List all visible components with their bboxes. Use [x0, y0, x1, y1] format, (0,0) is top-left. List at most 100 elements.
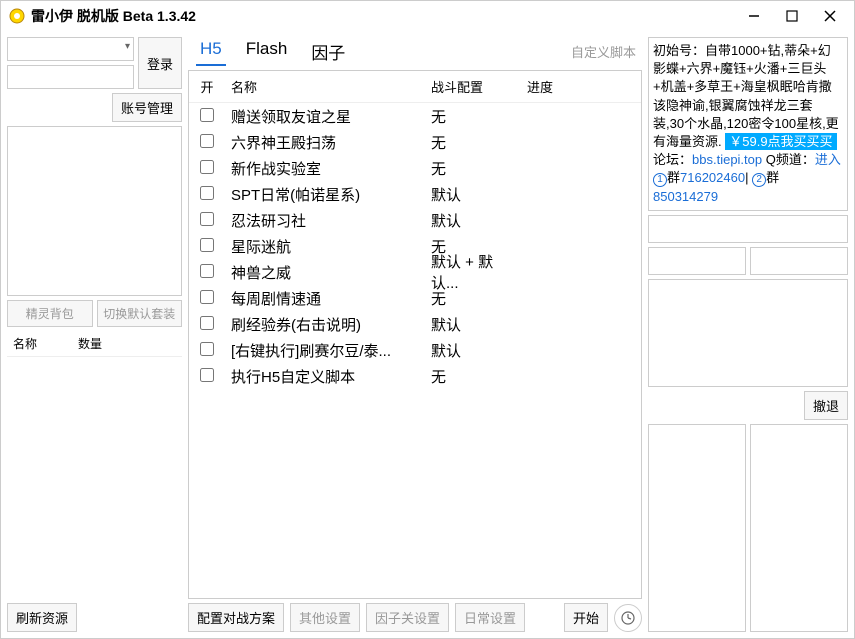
task-row[interactable]: SPT日常(帕诺星系)默认	[189, 181, 641, 207]
group1-link[interactable]: 716202460	[680, 170, 745, 185]
chevron-down-icon: ▾	[125, 41, 130, 52]
task-battle: 无	[425, 104, 521, 129]
switch-default-button[interactable]: 切换默认套装	[97, 300, 183, 327]
retreat-button[interactable]: 撤退	[804, 391, 848, 420]
task-row[interactable]: 执行H5自定义脚本无	[189, 363, 641, 389]
status-box-2a	[648, 247, 746, 275]
task-row[interactable]: 新作战实验室无	[189, 155, 641, 181]
start-button[interactable]: 开始	[564, 603, 608, 632]
task-row[interactable]: 赠送领取友谊之星无	[189, 103, 641, 129]
resource-table: 名称 数量	[7, 331, 182, 595]
task-progress	[521, 374, 641, 378]
channel-label: Q频道：	[762, 152, 815, 167]
task-name: [右键执行]刷赛尔豆/泰...	[225, 338, 425, 363]
clock-icon	[620, 610, 636, 626]
tab-factor[interactable]: 因子	[307, 37, 349, 66]
task-name: 星际迷航	[225, 234, 425, 259]
col-header-progress: 进度	[521, 75, 641, 98]
custom-script-button[interactable]: 自定义脚本	[565, 40, 642, 63]
task-progress	[521, 192, 641, 196]
task-row[interactable]: 刷经验券(右击说明)默认	[189, 311, 641, 337]
group1-icon: 1	[653, 173, 667, 187]
task-row[interactable]: 星际迷航无	[189, 233, 641, 259]
task-battle: 默认	[425, 312, 521, 337]
task-progress	[521, 114, 641, 118]
tab-h5[interactable]: H5	[196, 37, 226, 66]
status-box-4b	[750, 424, 848, 632]
left-panel-1	[7, 126, 182, 296]
task-checkbox[interactable]	[200, 342, 214, 356]
col-header-battle: 战斗配置	[425, 75, 521, 98]
task-checkbox[interactable]	[200, 290, 214, 304]
task-name: 新作战实验室	[225, 156, 425, 181]
task-name: 执行H5自定义脚本	[225, 364, 425, 389]
account-manager-button[interactable]: 账号管理	[112, 93, 182, 122]
task-battle: 默认	[425, 208, 521, 233]
app-icon	[9, 8, 25, 24]
task-checkbox[interactable]	[200, 186, 214, 200]
task-progress	[521, 270, 641, 274]
task-progress	[521, 140, 641, 144]
task-row[interactable]: [右键执行]刷赛尔豆/泰...默认	[189, 337, 641, 363]
task-row[interactable]: 神兽之威默认 + 默认...	[189, 259, 641, 285]
task-row[interactable]: 六界神王殿扫荡无	[189, 129, 641, 155]
task-name: SPT日常(帕诺星系)	[225, 182, 425, 207]
promo-price-link[interactable]: ￥59.9点我买买买	[725, 133, 836, 150]
login-button[interactable]: 登录	[138, 37, 182, 89]
account-combo[interactable]: ▾	[7, 37, 134, 61]
tab-flash[interactable]: Flash	[242, 37, 292, 66]
task-checkbox[interactable]	[200, 368, 214, 382]
minimize-button[interactable]	[744, 6, 764, 26]
task-battle: 默认	[425, 182, 521, 207]
task-checkbox[interactable]	[200, 212, 214, 226]
task-progress	[521, 348, 641, 352]
task-battle: 无	[425, 364, 521, 389]
refresh-resource-button[interactable]: 刷新资源	[7, 603, 77, 632]
task-checkbox[interactable]	[200, 264, 214, 278]
task-battle: 无	[425, 130, 521, 155]
task-progress	[521, 218, 641, 222]
task-name: 刷经验券(右击说明)	[225, 312, 425, 337]
task-name: 六界神王殿扫荡	[225, 130, 425, 155]
config-battle-button[interactable]: 配置对战方案	[188, 603, 284, 632]
group2-link[interactable]: 850314279	[653, 189, 718, 204]
status-box-1	[648, 215, 848, 243]
window-title: 雷小伊 脱机版 Beta 1.3.42	[31, 6, 744, 26]
status-box-4a	[648, 424, 746, 632]
daily-settings-button[interactable]: 日常设置	[455, 603, 525, 632]
forum-link[interactable]: bbs.tiepi.top	[692, 152, 762, 167]
forum-label: 论坛：	[653, 152, 692, 167]
other-settings-button[interactable]: 其他设置	[290, 603, 360, 632]
task-battle: 默认	[425, 338, 521, 363]
task-progress	[521, 244, 641, 248]
task-battle: 无	[425, 286, 521, 311]
task-name: 每周剧情速通	[225, 286, 425, 311]
task-name: 赠送领取友谊之星	[225, 104, 425, 129]
password-input[interactable]	[7, 65, 134, 89]
task-checkbox[interactable]	[200, 108, 214, 122]
clock-button[interactable]	[614, 604, 642, 632]
task-checkbox[interactable]	[200, 134, 214, 148]
task-name: 神兽之威	[225, 260, 425, 285]
group1-label: 群	[667, 170, 680, 185]
task-battle: 无	[425, 156, 521, 181]
maximize-button[interactable]	[782, 6, 802, 26]
col-header-name: 名称	[7, 331, 72, 356]
task-checkbox[interactable]	[200, 238, 214, 252]
group2-label: 群	[766, 170, 779, 185]
task-checkbox[interactable]	[200, 316, 214, 330]
task-progress	[521, 166, 641, 170]
account-input[interactable]	[7, 37, 134, 61]
spirit-bag-button[interactable]: 精灵背包	[7, 300, 93, 327]
task-row[interactable]: 忍法研习社默认	[189, 207, 641, 233]
task-name: 忍法研习社	[225, 208, 425, 233]
task-row[interactable]: 每周剧情速通无	[189, 285, 641, 311]
group2-icon: 2	[752, 173, 766, 187]
promo-box: 初始号：自带1000+钻,蒂朵+幻影蝶+六界+魔钰+火潘+三巨头+机盖+多草王+…	[648, 37, 848, 211]
channel-link[interactable]: 进入	[815, 152, 841, 167]
close-button[interactable]	[820, 6, 840, 26]
col-header-task-name: 名称	[225, 75, 425, 98]
task-checkbox[interactable]	[200, 160, 214, 174]
factor-settings-button[interactable]: 因子关设置	[366, 603, 449, 632]
col-header-qty: 数量	[72, 331, 182, 356]
